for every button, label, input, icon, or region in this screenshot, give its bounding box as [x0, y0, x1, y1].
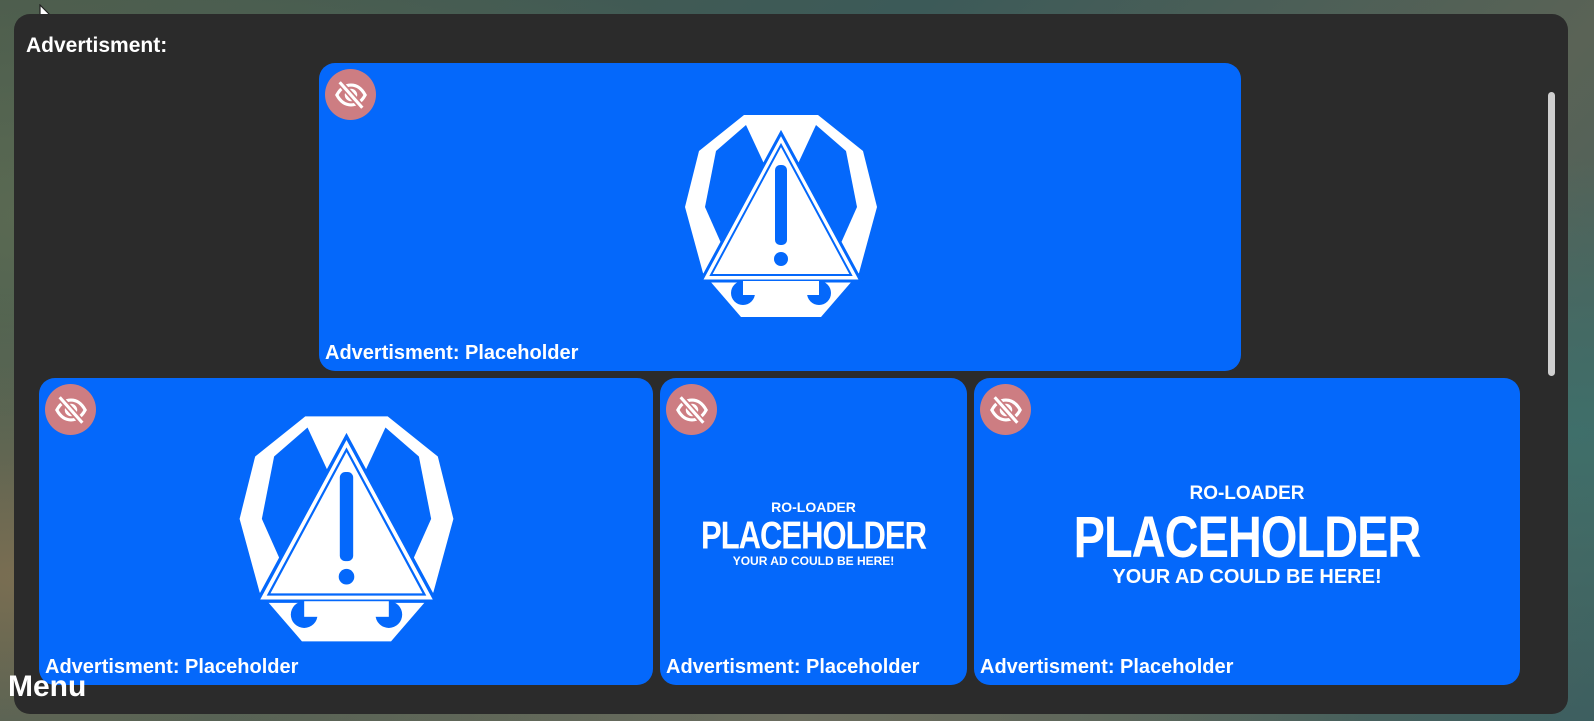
eye-slash-icon [675, 394, 708, 425]
scrollbar[interactable] [1548, 92, 1555, 376]
hide-ad-button[interactable] [325, 69, 376, 120]
warning-octagon-icon [239, 416, 454, 642]
placeholder-ad-text: RO-LOADER PLACEHOLDER YOUR AD COULD BE H… [660, 500, 967, 567]
placeholder-ad-text: RO-LOADER PLACEHOLDER YOUR AD COULD BE H… [974, 484, 1520, 587]
eye-slash-icon [989, 394, 1022, 425]
advertisement-panel: Advertisment: Advertisment: Placeholder [14, 14, 1568, 714]
placeholder-title: PLACEHOLDER [701, 513, 927, 558]
menu-label[interactable]: Menu [8, 670, 86, 704]
placeholder-subtitle: YOUR AD COULD BE HERE! [1112, 566, 1382, 588]
ad-card-3[interactable]: RO-LOADER PLACEHOLDER YOUR AD COULD BE H… [660, 378, 967, 685]
hide-ad-button[interactable] [980, 384, 1031, 435]
hide-ad-button[interactable] [45, 384, 96, 435]
placeholder-brand: RO-LOADER [771, 499, 856, 515]
placeholder-brand: RO-LOADER [1189, 483, 1305, 504]
placeholder-title: PLACEHOLDER [1073, 503, 1422, 570]
ad-caption: Advertisment: Placeholder [666, 656, 920, 678]
eye-slash-icon [334, 79, 367, 110]
ad-card-2[interactable]: Advertisment: Placeholder [39, 378, 653, 685]
ad-card-1[interactable]: Advertisment: Placeholder [319, 63, 1241, 371]
ad-caption: Advertisment: Placeholder [980, 656, 1234, 678]
eye-slash-icon [54, 394, 87, 425]
ad-card-4[interactable]: RO-LOADER PLACEHOLDER YOUR AD COULD BE H… [974, 378, 1520, 685]
warning-octagon-icon [685, 115, 877, 317]
hide-ad-button[interactable] [666, 384, 717, 435]
ad-caption: Advertisment: Placeholder [325, 342, 579, 364]
panel-title: Advertisment: [26, 34, 168, 57]
